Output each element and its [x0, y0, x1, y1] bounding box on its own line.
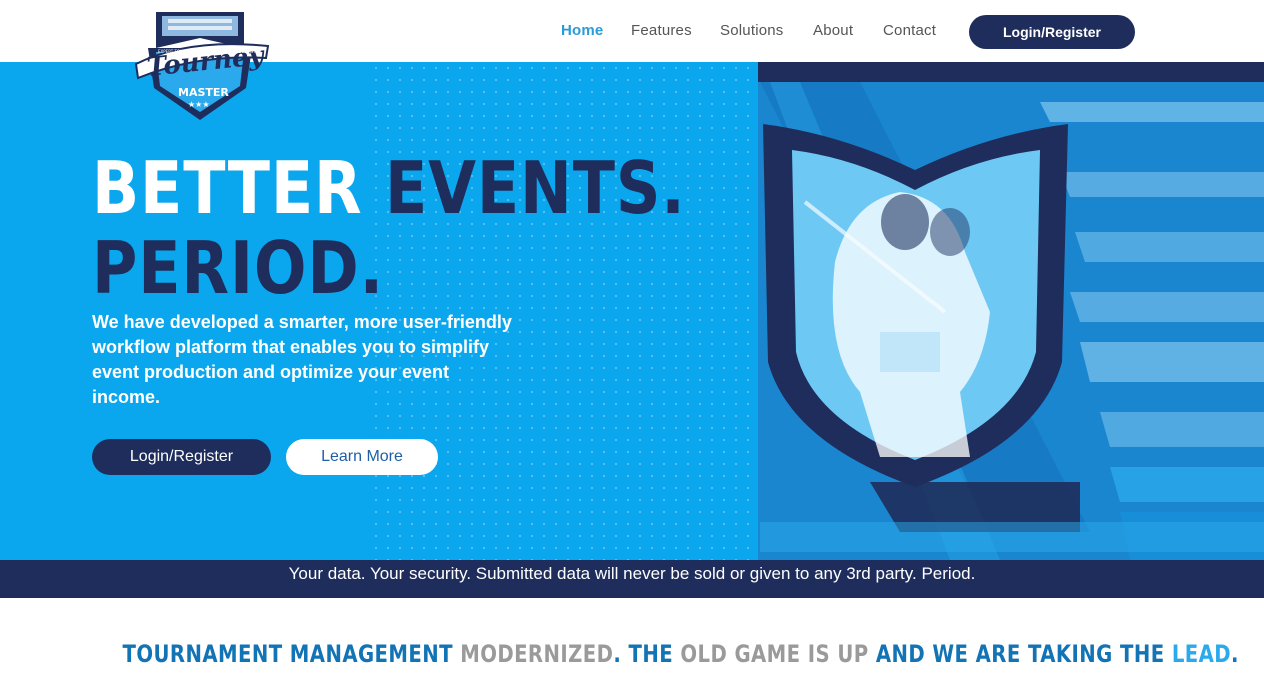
logo-banner-text: EXPERT TOURNAMENT PRODUCTION MADE EASY — [158, 49, 256, 54]
tagline-part6: LEAD — [1171, 640, 1232, 668]
logo-stars-icon: ★★★ — [188, 100, 210, 109]
tagline-part4: OLD GAME IS UP — [680, 640, 869, 668]
logo-wordmark: Tourney — [146, 41, 267, 83]
hero-login-register-button[interactable]: Login/Register — [92, 439, 271, 475]
privacy-notice-bar: Your data. Your security. Submitted data… — [0, 560, 1264, 598]
hero-headline: BETTER EVENTS. PERIOD. — [92, 148, 686, 308]
nav-login-register-button[interactable]: Login/Register — [969, 15, 1135, 49]
nav-solutions-link[interactable]: Solutions — [720, 22, 784, 39]
headline-better: BETTER — [92, 146, 385, 230]
nav-home-link[interactable]: Home — [561, 22, 603, 39]
tagline-part7: . — [1231, 640, 1239, 668]
logo-sub-wordmark: MASTER — [178, 86, 229, 99]
nav-contact-link[interactable]: Contact — [883, 22, 936, 39]
logo-shield-graphic: Tourney MASTER EXPERT TOURNAMENT PRODUCT… — [134, 12, 270, 120]
tagline-part3: . THE — [613, 640, 681, 668]
tagline-heading: TOURNAMENT MANAGEMENT MODERNIZED. THE OL… — [0, 640, 1264, 668]
hero-description: We have developed a smarter, more user-f… — [92, 312, 512, 407]
nav-about-link[interactable]: About — [813, 22, 853, 39]
tagline-part5: AND WE ARE TAKING THE — [868, 640, 1172, 668]
tagline-part1: TOURNAMENT MANAGEMENT — [122, 640, 461, 668]
headline-period: PERIOD. — [92, 226, 384, 310]
headline-events: EVENTS. — [384, 146, 686, 230]
tagline-part2: MODERNIZED — [460, 640, 614, 668]
hero-learn-more-button[interactable]: Learn More — [286, 439, 438, 475]
nav-features-link[interactable]: Features — [631, 22, 692, 39]
tourney-master-logo[interactable]: Tourney MASTER EXPERT TOURNAMENT PRODUCT… — [128, 8, 272, 122]
